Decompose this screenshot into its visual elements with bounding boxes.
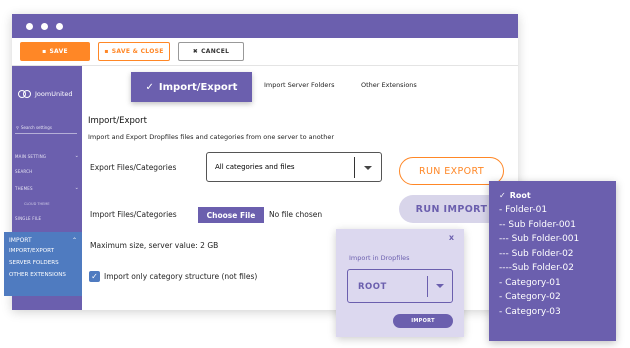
section-title: Import/Export: [88, 116, 147, 126]
toolbar: ▪ SAVE ▪ SAVE & CLOSE ✖ CANCEL: [12, 38, 518, 66]
sidebar-item-import[interactable]: IMPORT ⌃: [9, 235, 77, 245]
chevron-down-icon: ⌄: [74, 185, 79, 191]
window-titlebar: [12, 14, 518, 38]
save-button[interactable]: ▪ SAVE: [20, 42, 90, 61]
structure-only-label: Import only category structure (not file…: [104, 272, 258, 281]
folder-option[interactable]: - Folder-01: [499, 203, 616, 218]
check-icon: ✓: [145, 81, 154, 93]
sidebar-item-single-file[interactable]: SINGLE FILE: [15, 216, 79, 221]
sidebar-item-import-label: IMPORT: [9, 236, 32, 244]
window-dot-icon[interactable]: [26, 22, 33, 30]
import-destination-value: ROOT: [358, 282, 387, 292]
sidebar-search-placeholder: Search settings: [20, 125, 52, 130]
chevron-up-icon: ⌃: [71, 236, 77, 244]
cancel-button-label: CANCEL: [201, 48, 230, 55]
sidebar-import-panel: IMPORT ⌃ IMPORT/EXPORT SERVER FOLDERS OT…: [4, 232, 82, 296]
tab-import-export[interactable]: ✓ Import/Export: [131, 72, 252, 102]
logo-icon: [18, 90, 32, 98]
max-size-label: Maximum size, server value: 2 GB: [90, 241, 219, 250]
folder-option[interactable]: - Category-03: [499, 305, 616, 320]
check-icon: ✓: [499, 190, 506, 200]
folder-option[interactable]: --- Sub Folder-02: [499, 247, 616, 262]
sidebar-item-label: MAIN SETTING: [15, 153, 47, 159]
sidebar-item-label: SEARCH: [15, 169, 33, 174]
close-icon[interactable]: x: [449, 233, 454, 242]
logo-text: JoomUnited: [35, 90, 73, 98]
sidebar-subitem-other-extensions[interactable]: OTHER EXTENSIONS: [9, 269, 77, 281]
import-destination-select[interactable]: ROOT: [347, 269, 453, 303]
window-dot-icon[interactable]: [41, 22, 48, 30]
floppy-icon: ▪: [42, 48, 47, 55]
export-select-value: All categories and files: [215, 163, 295, 171]
popup-title: Import in Dropfiles: [349, 254, 410, 262]
sidebar-item-search[interactable]: SEARCH: [15, 169, 79, 174]
popup-import-button[interactable]: IMPORT: [393, 314, 453, 328]
cancel-button[interactable]: ✖ CANCEL: [178, 42, 244, 61]
chevron-down-icon: ⌄: [74, 153, 79, 159]
caret-down-icon: [364, 166, 372, 170]
sidebar-item-themes[interactable]: THEMES ⌄: [15, 185, 79, 191]
section-description: Import and Export Dropfiles files and ca…: [88, 133, 335, 141]
floppy-icon: ▪: [104, 48, 109, 55]
choose-file-button[interactable]: Choose File: [198, 207, 264, 223]
check-icon: ✓: [91, 271, 98, 281]
sidebar-item-label: THEMES: [15, 185, 33, 191]
import-popup: x Import in Dropfiles ROOT IMPORT: [336, 229, 464, 337]
sidebar-subitem-cloud-theme[interactable]: CLOUD THEME: [24, 202, 50, 206]
folder-option[interactable]: - Category-01: [499, 276, 616, 291]
window-dot-icon[interactable]: [56, 22, 63, 30]
folder-option-root[interactable]: ✓ Root: [499, 187, 616, 203]
stage: ▪ SAVE ▪ SAVE & CLOSE ✖ CANCEL JoomUnite…: [0, 0, 630, 348]
sidebar-item-label: SINGLE FILE: [15, 216, 42, 221]
select-divider: [354, 157, 355, 178]
select-divider: [427, 276, 428, 297]
close-icon: ✖: [192, 48, 199, 55]
search-icon: ⚲: [16, 125, 19, 130]
tab-label: Import/Export: [158, 81, 238, 93]
structure-only-checkbox[interactable]: ✓: [89, 271, 100, 282]
folder-option[interactable]: ----Sub Folder-02: [499, 261, 616, 276]
sidebar-subitem-server-folders[interactable]: SERVER FOLDERS: [9, 257, 77, 269]
sidebar-item-main-setting[interactable]: MAIN SETTING ⌄: [15, 153, 79, 159]
folder-dropdown-list: ✓ Root - Folder-01 -- Sub Folder-001 ---…: [489, 181, 616, 341]
save-and-close-button[interactable]: ▪ SAVE & CLOSE: [98, 42, 170, 61]
sidebar-subitem-import-export[interactable]: IMPORT/EXPORT: [9, 245, 77, 257]
tab-other-extensions[interactable]: Other Extensions: [361, 81, 417, 89]
file-status: No file chosen: [269, 210, 323, 219]
export-label: Export Files/Categories: [90, 163, 177, 172]
sidebar-search-input[interactable]: ⚲ Search settings: [15, 122, 77, 134]
folder-option[interactable]: - Category-02: [499, 290, 616, 305]
logo: JoomUnited: [18, 90, 73, 98]
save-button-label: SAVE: [49, 48, 68, 55]
export-select[interactable]: All categories and files: [206, 152, 382, 182]
save-close-button-label: SAVE & CLOSE: [111, 48, 164, 55]
import-label: Import Files/Categories: [90, 210, 177, 219]
folder-option[interactable]: --- Sub Folder-001: [499, 232, 616, 247]
caret-down-icon: [436, 284, 444, 288]
tab-import-server-folders[interactable]: Import Server Folders: [264, 81, 335, 89]
folder-root-label: Root: [509, 190, 531, 200]
folder-option[interactable]: -- Sub Folder-001: [499, 218, 616, 233]
